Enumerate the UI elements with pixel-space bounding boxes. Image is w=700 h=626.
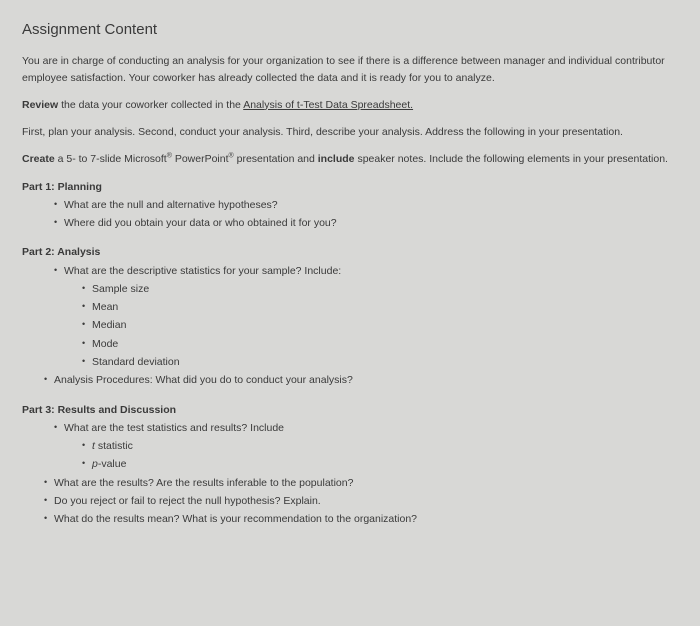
part-3-block: Part 3: Results and Discussion What are … [22,402,678,528]
list-item: Do you reject or fail to reject the null… [44,493,678,509]
create-text-end: speaker notes. Include the following ele… [355,153,668,165]
part-2-block: Part 2: Analysis What are the descriptiv… [22,244,678,388]
t-stat-label: t [92,440,98,452]
list-item: Standard deviation [82,354,678,370]
p-value-label: p [92,458,98,470]
list-item: Mean [82,299,678,315]
part-1-block: Part 1: Planning What are the null and a… [22,179,678,232]
review-paragraph: Review the data your coworker collected … [22,97,678,113]
list-item: What do the results mean? What is your r… [44,511,678,527]
include-bold: include [318,153,355,165]
create-paragraph: Create a 5- to 7-slide Microsoft® PowerP… [22,151,678,167]
list-item: Where did you obtain your data or who ob… [54,215,678,231]
create-text-3: presentation and [234,153,318,165]
list-item: What are the results? Are the results in… [44,475,678,491]
create-text-2: PowerPoint [172,153,229,165]
list-item: What are the test statistics and results… [54,420,678,436]
list-item: Sample size [82,281,678,297]
list-item: What are the descriptive statistics for … [54,263,678,279]
list-item: t statistic [82,438,678,454]
intro-paragraph: You are in charge of conducting an analy… [22,53,678,86]
part-2-title: Part 2: Analysis [22,244,678,260]
list-item: Median [82,317,678,333]
review-text: the data your coworker collected in the [58,99,243,111]
create-bold: Create [22,153,55,165]
list-item: Mode [82,336,678,352]
list-item: p-value [82,456,678,472]
list-item: Analysis Procedures: What did you do to … [44,372,678,388]
review-bold: Review [22,99,58,111]
part-1-title: Part 1: Planning [22,179,678,195]
part-3-title: Part 3: Results and Discussion [22,402,678,418]
spreadsheet-link[interactable]: Analysis of t-Test Data Spreadsheet. [243,99,413,111]
list-item: What are the null and alternative hypoth… [54,197,678,213]
page-title: Assignment Content [22,18,678,41]
plan-paragraph: First, plan your analysis. Second, condu… [22,124,678,140]
create-text-1: a 5- to 7-slide Microsoft [55,153,167,165]
